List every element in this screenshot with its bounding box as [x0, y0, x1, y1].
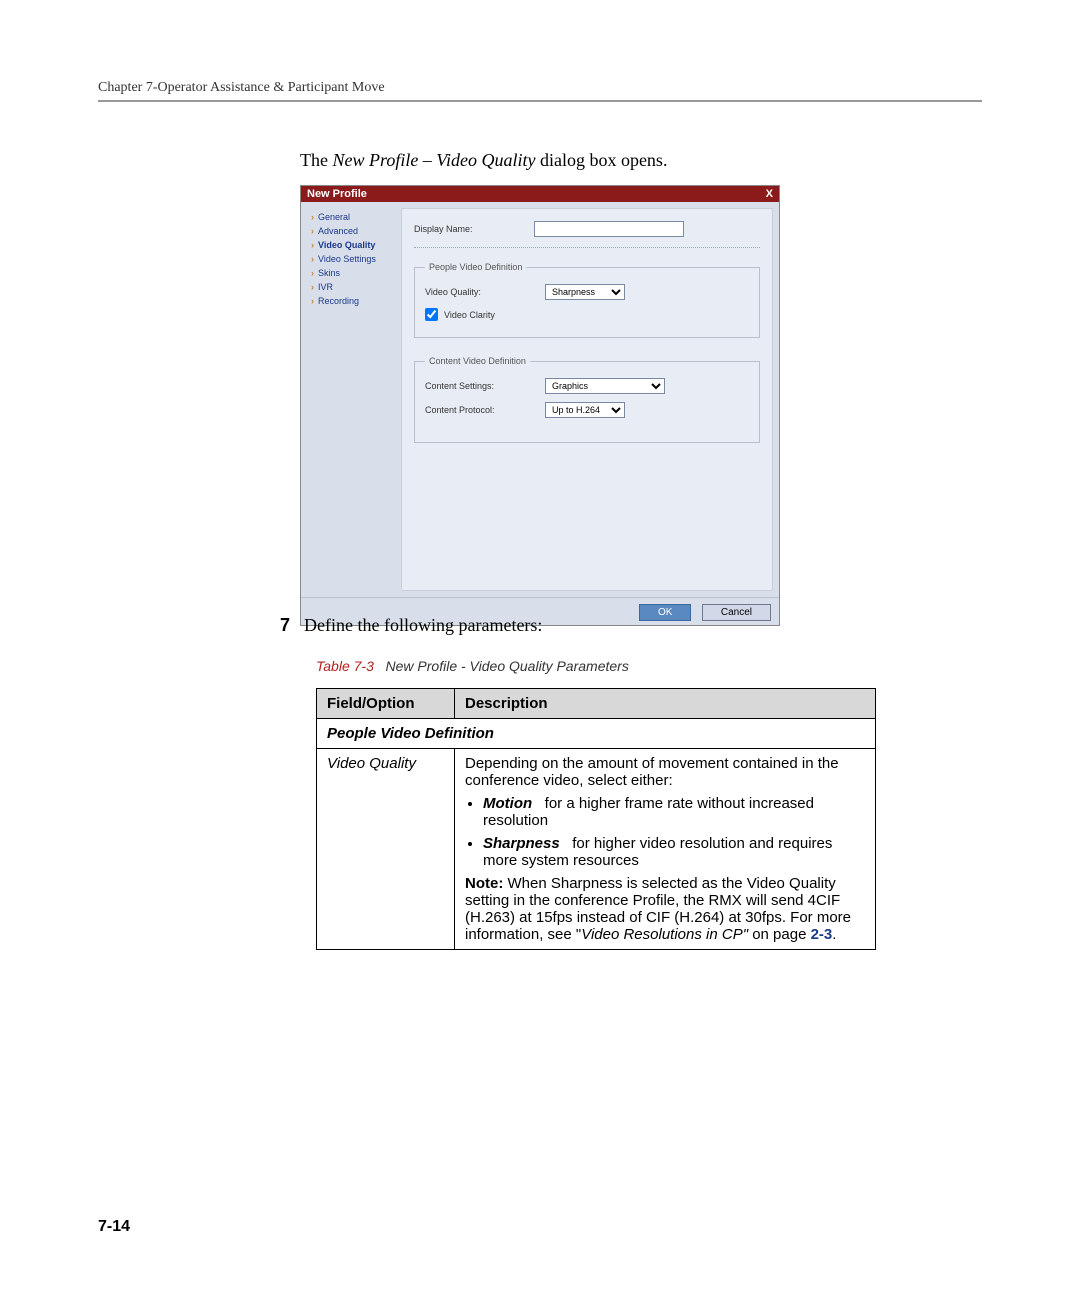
- th-description: Description: [455, 689, 876, 719]
- bullet-motion-term: Motion: [483, 795, 532, 812]
- bullet-sharpness: Sharpness for higher video resolution an…: [483, 835, 865, 869]
- display-name-label: Display Name:: [414, 224, 534, 234]
- new-profile-dialog: New Profile X General Advanced Video Qua…: [300, 185, 780, 626]
- bullet-motion-text: for a higher frame rate without increase…: [483, 795, 814, 829]
- display-name-input[interactable]: [534, 221, 684, 237]
- close-icon[interactable]: X: [766, 188, 773, 200]
- desc-intro: Depending on the amount of movement cont…: [465, 755, 839, 789]
- note-period: .: [832, 926, 836, 943]
- bullet-motion: Motion for a higher frame rate without i…: [483, 795, 865, 829]
- people-video-fieldset: People Video Definition Video Quality: S…: [414, 262, 760, 338]
- video-quality-label: Video Quality:: [425, 287, 545, 297]
- sidebar-item-video-quality[interactable]: Video Quality: [305, 238, 397, 252]
- content-settings-select[interactable]: Graphics: [545, 378, 665, 394]
- content-settings-label: Content Settings:: [425, 381, 545, 391]
- content-video-fieldset: Content Video Definition Content Setting…: [414, 356, 760, 443]
- note-pagenum: 2-3: [811, 926, 833, 943]
- video-quality-select[interactable]: Sharpness: [545, 284, 625, 300]
- sidebar-item-video-settings[interactable]: Video Settings: [305, 252, 397, 266]
- ok-button[interactable]: OK: [639, 604, 691, 621]
- intro-text: The New Profile – Video Quality dialog b…: [300, 150, 667, 171]
- table-caption: Table 7-3 New Profile - Video Quality Pa…: [316, 658, 629, 674]
- section-people-video: People Video Definition: [317, 719, 876, 749]
- content-protocol-select[interactable]: Up to H.264: [545, 402, 625, 418]
- header-rule: [98, 100, 982, 102]
- people-video-legend: People Video Definition: [425, 262, 526, 272]
- sidebar-item-general[interactable]: General: [305, 210, 397, 224]
- dialog-titlebar[interactable]: New Profile X: [301, 186, 779, 202]
- row-video-quality-field: Video Quality: [317, 749, 455, 950]
- note-label: Note:: [465, 875, 503, 892]
- cancel-button[interactable]: Cancel: [702, 604, 771, 621]
- content-video-legend: Content Video Definition: [425, 356, 530, 366]
- note-block: Note: When Sharpness is selected as the …: [465, 875, 865, 943]
- bullet-sharpness-term: Sharpness: [483, 835, 560, 852]
- sidebar-item-recording[interactable]: Recording: [305, 294, 397, 308]
- intro-prefix: The: [300, 150, 332, 170]
- dialog-content: Display Name: People Video Definition Vi…: [401, 208, 773, 591]
- th-field: Field/Option: [317, 689, 455, 719]
- separator: [414, 247, 760, 248]
- sidebar-item-advanced[interactable]: Advanced: [305, 224, 397, 238]
- table-caption-text: New Profile - Video Quality Parameters: [386, 658, 629, 674]
- table-label: Table 7-3: [316, 658, 374, 674]
- intro-italic: New Profile – Video Quality: [332, 150, 535, 170]
- step-text: Define the following parameters:: [304, 615, 542, 636]
- content-protocol-label: Content Protocol:: [425, 405, 545, 415]
- sidebar-item-ivr[interactable]: IVR: [305, 280, 397, 294]
- note-ref: Video Resolutions in CP": [581, 926, 748, 943]
- sidebar-item-skins[interactable]: Skins: [305, 266, 397, 280]
- step-number: 7: [280, 615, 290, 636]
- dialog-title-text: New Profile: [307, 188, 367, 200]
- intro-suffix: dialog box opens.: [535, 150, 667, 170]
- video-clarity-label: Video Clarity: [444, 310, 495, 320]
- step-7: 7 Define the following parameters:: [280, 615, 542, 636]
- chapter-header: Chapter 7-Operator Assistance & Particip…: [98, 80, 982, 96]
- page-number: 7-14: [98, 1218, 130, 1236]
- note-onpage: on page: [748, 926, 811, 943]
- video-clarity-checkbox[interactable]: [425, 308, 438, 321]
- dialog-sidebar: General Advanced Video Quality Video Set…: [301, 202, 401, 597]
- parameters-table: Field/Option Description People Video De…: [316, 688, 876, 950]
- row-video-quality-desc: Depending on the amount of movement cont…: [455, 749, 876, 950]
